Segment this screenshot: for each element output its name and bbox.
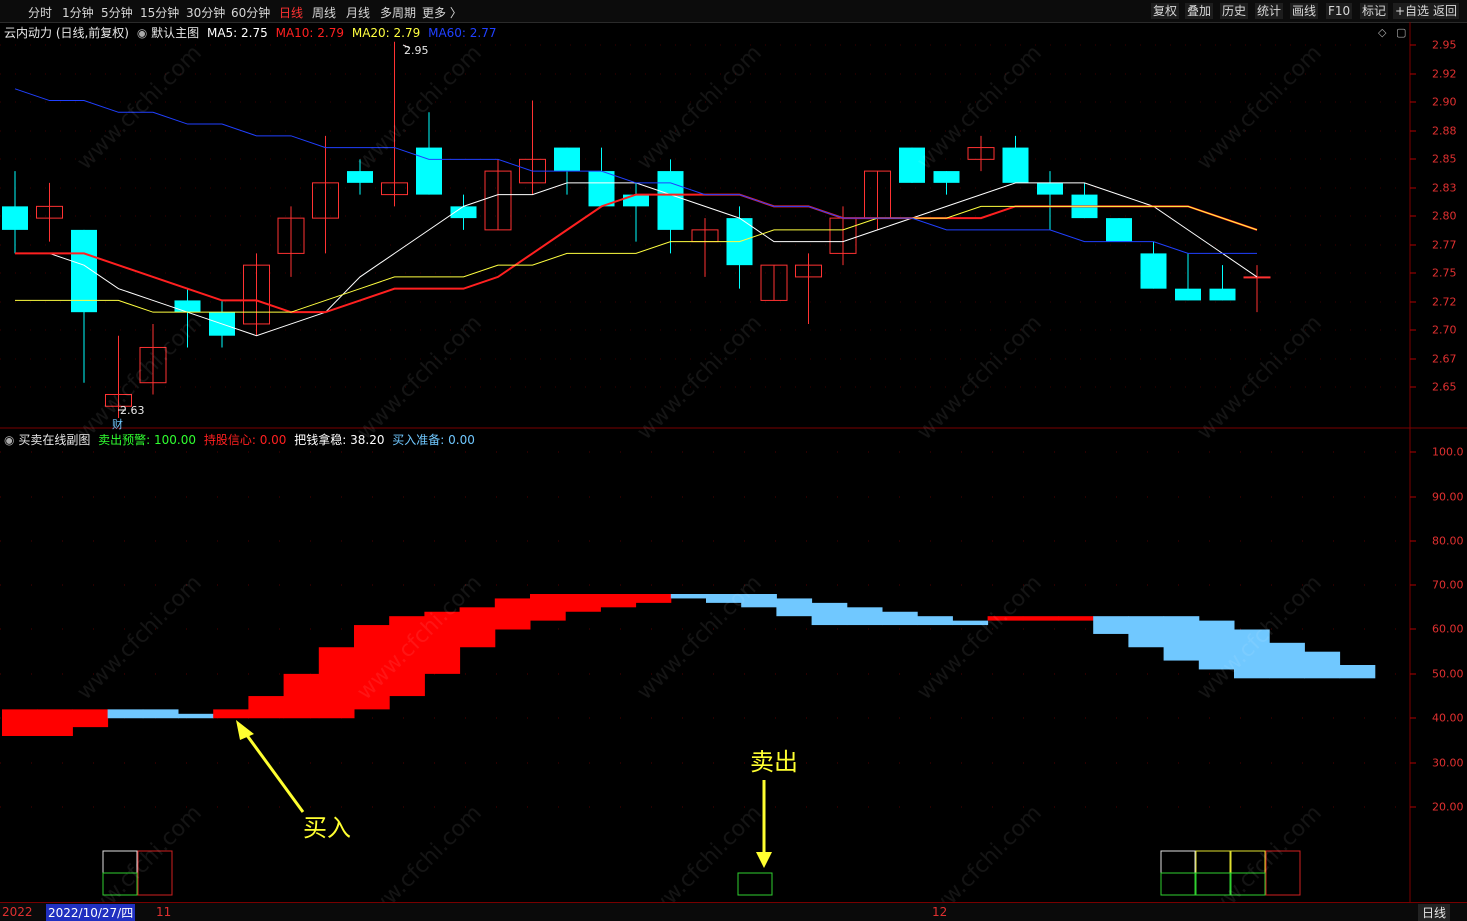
sub-bar-red bbox=[1022, 616, 1059, 621]
candle-body-down bbox=[2, 206, 28, 230]
sub-bar-red bbox=[37, 709, 73, 736]
candle-body-up bbox=[1243, 276, 1271, 279]
sub-bar-red bbox=[600, 594, 637, 608]
signal-box-green bbox=[737, 872, 773, 896]
buy-annotation: 买入 bbox=[303, 814, 351, 842]
sub-bar-blue bbox=[107, 709, 144, 719]
sub-bar-blue bbox=[776, 598, 813, 617]
sub-bar-red bbox=[318, 647, 355, 719]
kline-chart[interactable]: www.cfchi.com www.cfchi.com www.cfchi.com w… bbox=[0, 0, 1467, 920]
candle-body-down bbox=[1037, 182, 1063, 195]
low-price-marker: 2.63 bbox=[120, 404, 145, 417]
candle-body-down bbox=[1175, 288, 1201, 301]
sub-bar-blue bbox=[1269, 642, 1305, 679]
year-label: 2022 bbox=[2, 905, 33, 919]
sub-bar-blue bbox=[178, 713, 214, 719]
sub-bar-red bbox=[248, 696, 285, 719]
sub-bar-red bbox=[635, 594, 672, 603]
watermark-text: www.cfchi.com bbox=[912, 311, 1046, 445]
signal-box-top bbox=[1195, 850, 1231, 874]
sub-bar-red bbox=[530, 594, 566, 621]
candle-body-down bbox=[1209, 288, 1236, 301]
sub-bar-red bbox=[459, 607, 496, 648]
signal-box-bottom bbox=[1160, 872, 1196, 896]
sub-bar-red bbox=[72, 709, 109, 728]
signal-box-top bbox=[1160, 850, 1196, 874]
buy-arrow-head bbox=[236, 720, 254, 740]
candle-body-down bbox=[416, 147, 442, 195]
sub-bar-red bbox=[494, 598, 531, 630]
sub-bar-blue bbox=[811, 602, 848, 626]
candle-body-down bbox=[1002, 147, 1029, 183]
sub-bar-blue bbox=[1128, 616, 1165, 648]
sub-bar-blue bbox=[1093, 616, 1129, 634]
watermark-text: www.cfchi.com bbox=[1192, 41, 1326, 175]
watermark-text: www.cfchi.com bbox=[912, 571, 1046, 705]
watermark-text: www.cfchi.com bbox=[352, 311, 486, 445]
candle-body-down bbox=[554, 147, 580, 172]
sub-bar-blue bbox=[882, 611, 918, 626]
candle-body-down bbox=[933, 171, 960, 183]
watermark-text: www.cfchi.com bbox=[632, 311, 766, 445]
watermark-text: www.cfchi.com bbox=[632, 571, 766, 705]
sub-bar-red bbox=[283, 673, 320, 719]
candle-body-down bbox=[623, 194, 649, 207]
sub-bar-red bbox=[565, 594, 601, 612]
sell-annotation: 卖出 bbox=[750, 748, 798, 776]
candle-body-down bbox=[588, 171, 615, 207]
sub-bar-blue bbox=[142, 709, 179, 719]
month-11-label: 11 bbox=[156, 905, 172, 919]
finance-marker[interactable]: 财 bbox=[112, 416, 123, 432]
watermark-text: www.cfchi.com bbox=[72, 41, 206, 175]
sub-bar-red bbox=[2, 709, 38, 736]
sub-bar-blue bbox=[1304, 651, 1341, 679]
buy-arrow-shaft bbox=[244, 733, 305, 813]
candle-body-down bbox=[657, 171, 684, 230]
month-12-label: 12 bbox=[932, 905, 948, 919]
sell-arrow-head bbox=[756, 852, 772, 868]
candle-body-down bbox=[1140, 253, 1167, 289]
sub-bar-blue bbox=[917, 616, 953, 626]
watermark-text: www.cfchi.com bbox=[72, 311, 206, 445]
candle-body-down bbox=[1106, 218, 1132, 242]
candle-body-down bbox=[174, 300, 201, 313]
sub-bar-blue bbox=[1163, 616, 1200, 661]
period-indicator[interactable]: 日线 bbox=[1418, 904, 1451, 921]
sub-bar-red bbox=[213, 709, 249, 719]
watermark-text: www.cfchi.com bbox=[1192, 311, 1326, 445]
date-axis-bar: 2022 2022/10/27/四 11 12 日线 bbox=[0, 902, 1467, 921]
watermark-text: www.cfchi.com bbox=[72, 571, 206, 705]
sub-bar-red bbox=[1058, 616, 1094, 621]
sub-bar-blue bbox=[670, 594, 707, 599]
watermark-text: www.cfchi.com bbox=[632, 41, 766, 175]
high-price-marker: 2.95 bbox=[404, 44, 429, 57]
sub-bar-blue bbox=[1339, 665, 1376, 679]
cursor-date: 2022/10/27/四 bbox=[46, 904, 136, 921]
sub-bar-blue bbox=[846, 607, 883, 626]
